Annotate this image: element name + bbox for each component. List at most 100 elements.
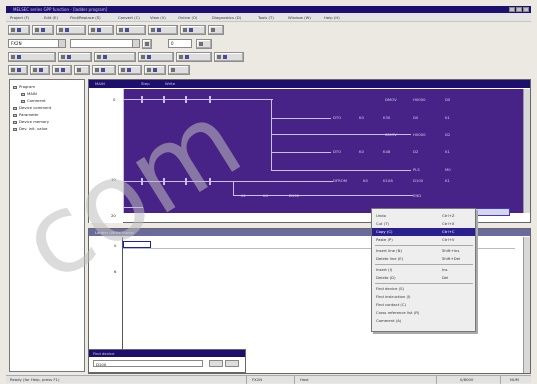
instruction-operand[interactable]: D2 [445, 132, 450, 137]
cut-copy-button[interactable] [56, 25, 86, 35]
instruction-operand[interactable]: K48 [383, 149, 390, 154]
tree-item-program[interactable]: Program [13, 84, 35, 89]
instruction-text[interactable]: PLS [413, 167, 420, 172]
zoom-button[interactable] [196, 39, 212, 49]
tree-item-device-memory[interactable]: Device memory [13, 119, 49, 124]
contact-symbol[interactable] [141, 96, 143, 103]
read-mode-button[interactable] [58, 52, 92, 62]
instruction-operand[interactable]: M0 [445, 167, 451, 172]
step-combo[interactable]: 0 [168, 39, 192, 48]
hline-button[interactable] [74, 65, 90, 75]
menu-item-delete-line[interactable]: Delete line (E) Shift+Del [372, 255, 475, 263]
menu-edit[interactable]: Edit (E) [44, 15, 58, 20]
save-button[interactable] [32, 25, 54, 35]
menu-find-replace[interactable]: Find/Replace (S) [70, 15, 101, 20]
instruction-operand[interactable]: D0 [445, 97, 450, 102]
instruction-text[interactable]: DMOV [385, 97, 397, 102]
menu-item-insert[interactable]: Insert (I) Ins [372, 266, 475, 274]
close-find-button[interactable] [225, 360, 239, 367]
contact-symbol[interactable] [163, 96, 165, 103]
tree-item-main[interactable]: MAIN [21, 91, 37, 96]
instruction-text[interactable]: DFROM [333, 178, 347, 183]
instruction-operand[interactable]: K0 [363, 178, 368, 183]
menu-item-delete[interactable]: Delete (D) Del [372, 274, 475, 282]
instruction-operand[interactable]: D2 [413, 149, 418, 154]
instruction-operand[interactable]: K0 [359, 115, 364, 120]
new-project-button[interactable] [8, 25, 30, 35]
chevron-down-icon[interactable] [132, 40, 139, 47]
instruction-operand[interactable]: D0 [413, 115, 418, 120]
instruction-operand[interactable]: H0000 [413, 97, 426, 102]
menu-tools[interactable]: Tools (T) [258, 15, 274, 20]
find-button[interactable] [116, 25, 146, 35]
menu-diagnostics[interactable]: Diagnostics (D) [212, 15, 241, 20]
end-instruction[interactable]: END [413, 193, 421, 198]
jump-button[interactable] [142, 39, 152, 49]
instruction-operand[interactable]: K1 [445, 115, 450, 120]
window-2-scrollbar[interactable] [523, 237, 530, 373]
instruction-operand[interactable]: H0000 [413, 132, 426, 137]
ladder-mode-buttons[interactable] [8, 52, 56, 62]
menu-convert[interactable]: Convert (C) [118, 15, 140, 20]
tree-item-comment[interactable]: Comment [21, 98, 46, 103]
zoom-in-button[interactable] [214, 52, 244, 62]
menu-help[interactable]: Help (H) [324, 15, 340, 20]
instruction-operand[interactable]: D100 [413, 178, 423, 183]
instruction-text[interactable]: DMOV [385, 132, 397, 137]
comment-display-button[interactable] [138, 52, 174, 62]
instruction-operand[interactable]: K30 [383, 115, 390, 120]
plc-type-combo[interactable]: FX2N [8, 39, 66, 48]
parallel-no-button[interactable] [30, 65, 50, 75]
menu-item-paste[interactable]: Paste (P) Ctrl+V [372, 236, 475, 244]
contact-symbol[interactable] [163, 178, 165, 185]
contact-no-button[interactable] [8, 65, 28, 75]
menu-item-insert-line[interactable]: Insert line (N) Shift+Ins [372, 247, 475, 255]
minimize-button[interactable] [509, 7, 515, 12]
undo-button[interactable] [88, 25, 114, 35]
ladder-scrollbar[interactable] [523, 89, 530, 213]
find-device-input[interactable]: D100 [93, 360, 203, 367]
menu-window[interactable]: Window (W) [288, 15, 311, 20]
contact-symbol[interactable] [209, 178, 211, 185]
help-button[interactable] [208, 25, 224, 35]
instruction-operand[interactable]: K1 [445, 178, 450, 183]
menu-online[interactable]: Online (O) [178, 15, 197, 20]
online-button[interactable] [148, 25, 178, 35]
device-combo[interactable] [70, 39, 140, 48]
ladder-canvas[interactable]: DMOV H0000 D0 DTO K0 K30 D0 K1 DMOV H000… [123, 89, 525, 216]
convert-button[interactable] [176, 52, 212, 62]
invert-button[interactable] [144, 65, 166, 75]
contact-symbol[interactable] [141, 178, 143, 185]
menu-item-find-contact[interactable]: Find contact (C) [372, 301, 475, 309]
tree-item-device-comment[interactable]: Device comment [13, 105, 51, 110]
contact-symbol[interactable] [209, 96, 211, 103]
menu-item-copy[interactable]: Copy (C) Ctrl+C [372, 228, 475, 236]
instruction-operand[interactable]: K108 [383, 178, 393, 183]
menu-view[interactable]: View (V) [150, 15, 166, 20]
line-delete-button[interactable] [168, 65, 190, 75]
tab-write[interactable]: Write [165, 81, 175, 86]
menu-item-comment[interactable]: Comment (A) [372, 317, 475, 325]
instruction-text[interactable]: DTO [333, 115, 341, 120]
menu-item-find-instruction[interactable]: Find instruction (I) [372, 293, 475, 301]
menu-item-find-device[interactable]: Find device (S) [372, 285, 475, 293]
instruction-operand[interactable]: K1 [445, 149, 450, 154]
instruction-operand[interactable]: K0 [359, 149, 364, 154]
tree-item-init-value[interactable]: Dev. init. value [13, 126, 47, 131]
contact-symbol[interactable] [185, 96, 187, 103]
monitor-mode-button[interactable] [94, 52, 136, 62]
find-button[interactable] [209, 360, 223, 367]
instruction-text[interactable]: DTO [333, 149, 341, 154]
tree-item-parameter[interactable]: Parameter [13, 112, 39, 117]
tab-step[interactable]: Step [141, 81, 150, 86]
vline-button[interactable] [92, 65, 116, 75]
menu-item-cross-reference[interactable]: Cross reference list (R) [372, 309, 475, 317]
instruction-operand[interactable]: D100 [289, 193, 299, 198]
monitor-button[interactable] [180, 25, 206, 35]
menu-item-cut[interactable]: Cut (T) Ctrl+X [372, 220, 475, 228]
rising-edge-button[interactable] [118, 65, 142, 75]
maximize-button[interactable] [516, 7, 522, 12]
close-button[interactable] [523, 7, 529, 12]
chevron-down-icon[interactable] [58, 40, 65, 47]
edit-cursor[interactable] [123, 241, 151, 248]
